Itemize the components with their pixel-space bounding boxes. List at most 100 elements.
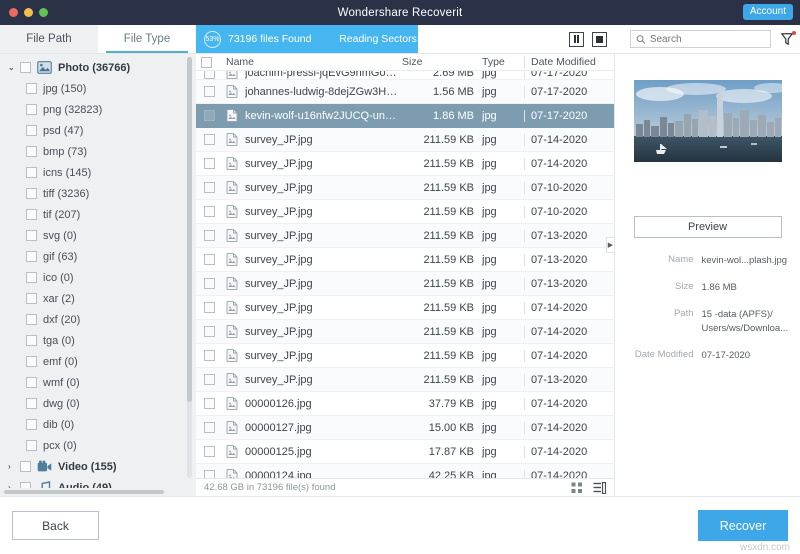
- sidebar-item-wmf[interactable]: wmf (0): [0, 372, 196, 393]
- item-checkbox[interactable]: [26, 104, 37, 115]
- sidebar-item-icns[interactable]: icns (145): [0, 162, 196, 183]
- table-row[interactable]: 00000124.jpg 42.25 KB jpg 07-14-2020: [196, 464, 614, 478]
- sidebar-item-psd[interactable]: psd (47): [0, 120, 196, 141]
- sidebar-item-xar[interactable]: xar (2): [0, 288, 196, 309]
- row-checkbox[interactable]: [203, 254, 215, 265]
- search-box[interactable]: [630, 30, 771, 48]
- row-checkbox[interactable]: [203, 422, 215, 433]
- sidebar-vertical-scroll-thumb[interactable]: [187, 57, 192, 402]
- sidebar-item-emf[interactable]: emf (0): [0, 351, 196, 372]
- column-header-date[interactable]: Date Modified: [524, 56, 614, 68]
- sidebar-item-tga[interactable]: tga (0): [0, 330, 196, 351]
- table-row[interactable]: survey_JP.jpg 211.59 KB jpg 07-14-2020: [196, 344, 614, 368]
- row-checkbox-cell[interactable]: [196, 302, 222, 313]
- group-checkbox[interactable]: [20, 62, 31, 73]
- file-list-rows[interactable]: joachim-pressl-jqEvG9hmGo-unsplash.jpg 2.…: [196, 71, 614, 478]
- sidebar-item-tiff[interactable]: tiff (3236): [0, 183, 196, 204]
- sidebar-item-dxf[interactable]: dxf (20): [0, 309, 196, 330]
- row-checkbox-cell[interactable]: [196, 470, 222, 478]
- item-checkbox[interactable]: [26, 377, 37, 388]
- sidebar-group-video[interactable]: › Video (155): [0, 456, 196, 477]
- sidebar-horizontal-scrollbar[interactable]: [0, 488, 196, 496]
- chevron-down-icon[interactable]: ⌄: [8, 63, 20, 72]
- row-checkbox-cell[interactable]: [196, 134, 222, 145]
- table-row[interactable]: survey_JP.jpg 211.59 KB jpg 07-13-2020: [196, 272, 614, 296]
- column-header-size[interactable]: Size: [400, 56, 482, 68]
- row-checkbox[interactable]: [203, 158, 215, 169]
- row-checkbox-cell[interactable]: [196, 278, 222, 289]
- table-row[interactable]: kevin-wolf-u16nfw2JUCQ-unsplash.jpg 1.86 …: [196, 104, 614, 128]
- table-row[interactable]: survey_JP.jpg 211.59 KB jpg 07-13-2020: [196, 248, 614, 272]
- row-checkbox-cell[interactable]: [196, 326, 222, 337]
- sidebar-tree[interactable]: ⌄ Photo (36766) jpg (150) png (32823) psd (4…: [0, 54, 196, 488]
- sidebar-item-jpg[interactable]: jpg (150): [0, 78, 196, 99]
- row-checkbox-cell[interactable]: [196, 71, 222, 79]
- panel-collapse-arrow[interactable]: ▶: [606, 237, 615, 253]
- table-row[interactable]: survey_JP.jpg 211.59 KB jpg 07-10-2020: [196, 176, 614, 200]
- grid-view-icon[interactable]: [571, 482, 583, 494]
- sidebar-item-png[interactable]: png (32823): [0, 99, 196, 120]
- item-checkbox[interactable]: [26, 125, 37, 136]
- back-button[interactable]: Back: [12, 511, 99, 540]
- row-checkbox[interactable]: [203, 446, 215, 457]
- recover-button[interactable]: Recover: [698, 510, 788, 541]
- row-checkbox[interactable]: [203, 206, 215, 217]
- item-checkbox[interactable]: [26, 251, 37, 262]
- row-checkbox[interactable]: [203, 110, 215, 121]
- row-checkbox-cell[interactable]: [196, 182, 222, 193]
- stop-button[interactable]: [592, 31, 607, 47]
- item-checkbox[interactable]: [26, 146, 37, 157]
- filter-button[interactable]: [780, 31, 796, 46]
- item-checkbox[interactable]: [26, 419, 37, 430]
- table-row[interactable]: joachim-pressl-jqEvG9hmGo-unsplash.jpg 2.…: [196, 71, 614, 80]
- row-checkbox-cell[interactable]: [196, 86, 222, 97]
- row-checkbox[interactable]: [203, 182, 215, 193]
- pause-button[interactable]: [569, 31, 584, 47]
- table-row[interactable]: 00000126.jpg 37.79 KB jpg 07-14-2020: [196, 392, 614, 416]
- sidebar-item-dib[interactable]: dib (0): [0, 414, 196, 435]
- table-row[interactable]: 00000127.jpg 15.00 KB jpg 07-14-2020: [196, 416, 614, 440]
- row-checkbox-cell[interactable]: [196, 254, 222, 265]
- item-checkbox[interactable]: [26, 398, 37, 409]
- sidebar-horizontal-scroll-thumb[interactable]: [4, 490, 164, 494]
- table-row[interactable]: 00000125.jpg 17.87 KB jpg 07-14-2020: [196, 440, 614, 464]
- minimize-button[interactable]: [24, 8, 33, 17]
- table-row[interactable]: survey_JP.jpg 211.59 KB jpg 07-14-2020: [196, 152, 614, 176]
- item-checkbox[interactable]: [26, 230, 37, 241]
- row-checkbox-cell[interactable]: [196, 422, 222, 433]
- tab-file-path[interactable]: File Path: [0, 25, 98, 53]
- row-checkbox-cell[interactable]: [196, 398, 222, 409]
- maximize-button[interactable]: [39, 8, 48, 17]
- row-checkbox[interactable]: [203, 302, 215, 313]
- row-checkbox-cell[interactable]: [196, 206, 222, 217]
- table-row[interactable]: survey_JP.jpg 211.59 KB jpg 07-14-2020: [196, 128, 614, 152]
- preview-thumbnail[interactable]: [633, 80, 782, 162]
- row-checkbox[interactable]: [203, 278, 215, 289]
- row-checkbox-cell[interactable]: [196, 110, 222, 121]
- row-checkbox[interactable]: [203, 350, 215, 361]
- sidebar-item-bmp[interactable]: bmp (73): [0, 141, 196, 162]
- item-checkbox[interactable]: [26, 83, 37, 94]
- row-checkbox[interactable]: [203, 326, 215, 337]
- column-header-type[interactable]: Type: [482, 56, 524, 68]
- column-header-name[interactable]: Name: [222, 56, 400, 68]
- row-checkbox[interactable]: [203, 86, 215, 97]
- select-all-checkbox[interactable]: [200, 56, 212, 68]
- table-row[interactable]: survey_JP.jpg 211.59 KB jpg 07-13-2020: [196, 224, 614, 248]
- row-checkbox[interactable]: [203, 470, 215, 478]
- table-row[interactable]: survey_JP.jpg 211.59 KB jpg 07-14-2020: [196, 320, 614, 344]
- item-checkbox[interactable]: [26, 440, 37, 451]
- row-checkbox-cell[interactable]: [196, 230, 222, 241]
- row-checkbox[interactable]: [203, 134, 215, 145]
- sidebar-item-tif[interactable]: tif (207): [0, 204, 196, 225]
- row-checkbox-cell[interactable]: [196, 374, 222, 385]
- sidebar-item-pcx[interactable]: pcx (0): [0, 435, 196, 456]
- row-checkbox-cell[interactable]: [196, 350, 222, 361]
- account-button[interactable]: Account: [742, 4, 793, 20]
- tab-file-type[interactable]: File Type: [98, 25, 196, 53]
- search-input[interactable]: [649, 33, 765, 45]
- item-checkbox[interactable]: [26, 272, 37, 283]
- preview-button[interactable]: Preview: [633, 216, 782, 238]
- item-checkbox[interactable]: [26, 293, 37, 304]
- row-checkbox[interactable]: [203, 374, 215, 385]
